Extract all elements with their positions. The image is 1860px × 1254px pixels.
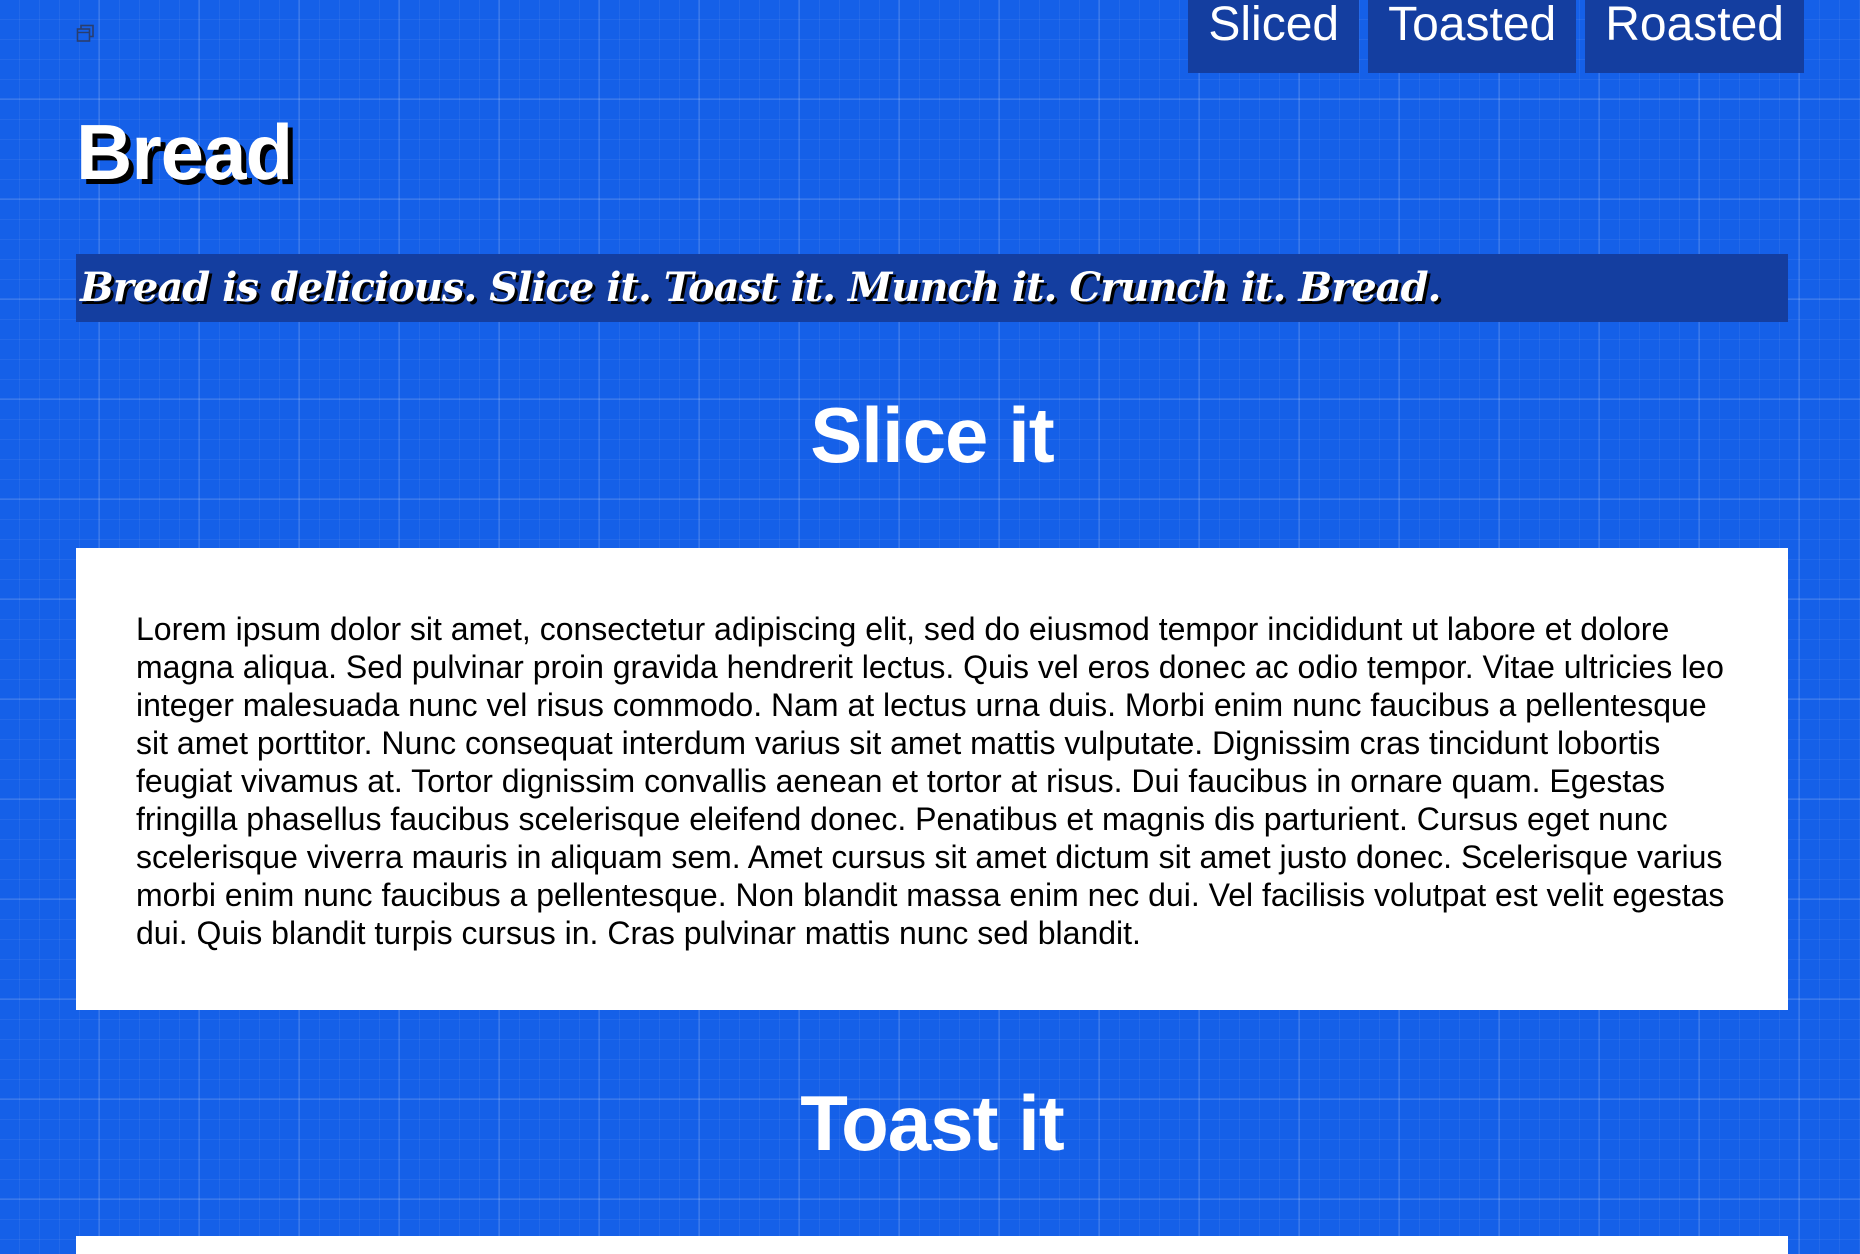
section-body-text: Lorem ipsum dolor sit amet, consectetur … [136, 611, 1725, 951]
section-heading-slice: Slice it [810, 391, 1054, 479]
tagline: Bread is delicious. Slice it. Toast it. … [80, 264, 1441, 311]
nav-link-sliced[interactable]: Sliced [1188, 0, 1360, 73]
content-card-slice: Lorem ipsum dolor sit amet, consectetur … [76, 548, 1788, 1010]
section-heading-toast: Toast it [800, 1079, 1065, 1167]
nav-link-roasted[interactable]: Roasted [1585, 0, 1804, 73]
content-card-toast [76, 1236, 1788, 1254]
window-icon [76, 24, 96, 44]
tagline-bar: Bread is delicious. Slice it. Toast it. … [76, 254, 1788, 322]
top-nav: Sliced Toasted Roasted [1188, 0, 1804, 73]
nav-link-toasted[interactable]: Toasted [1368, 0, 1577, 73]
page-title: Bread [76, 108, 293, 196]
